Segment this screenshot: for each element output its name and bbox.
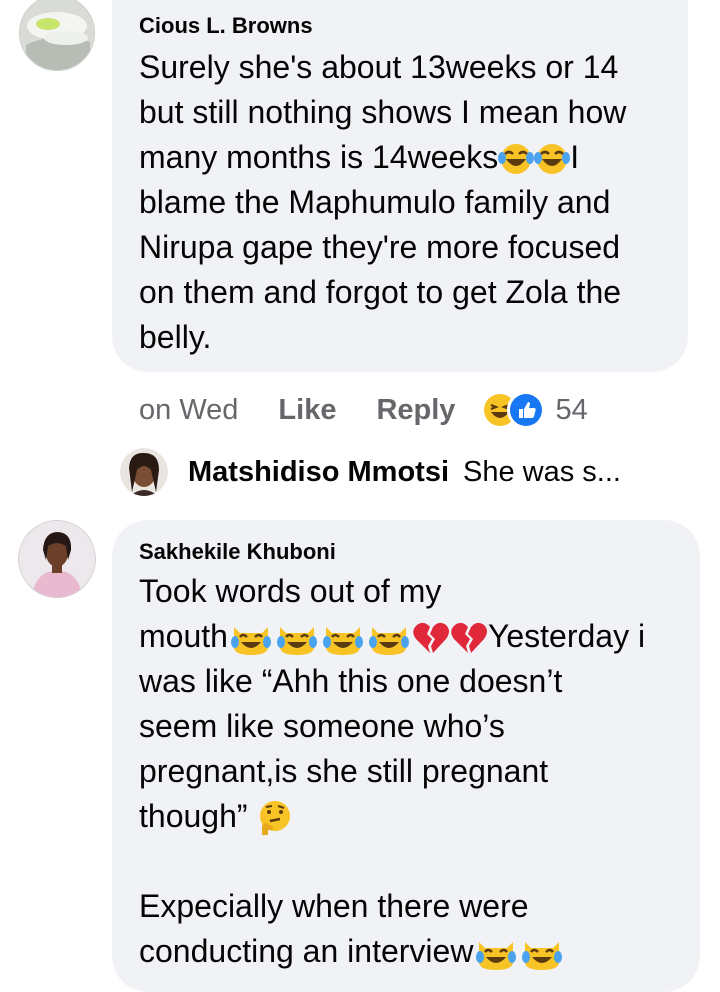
avatar-photo-icon — [19, 0, 95, 71]
reply-avatar[interactable] — [120, 448, 168, 496]
broken-heart-icon — [412, 621, 450, 655]
comment-line-text: mouth — [139, 618, 228, 654]
face-with-tears-of-joy-icon — [534, 142, 571, 176]
avatar-photo-icon — [120, 448, 168, 496]
avatar[interactable] — [18, 0, 96, 72]
cat-with-tears-of-joy-icon — [519, 936, 565, 970]
reply-author: Matshidiso Mmotsi — [188, 455, 450, 488]
comment-author[interactable]: Sakhekile Khuboni — [139, 539, 336, 565]
comment-actions: on Wed Like Reply 54 — [139, 390, 588, 430]
comment-line: but still nothing shows I mean how — [139, 94, 627, 130]
comment-line: mouth Yesterday i — [139, 614, 645, 659]
comment-line-text: though” — [139, 798, 248, 834]
comment-line: was like “Ahh this one doesn’t — [139, 663, 563, 699]
cat-with-tears-of-joy-icon — [473, 936, 519, 970]
comment-line: Surely she's about 13weeks or 14 — [139, 49, 619, 85]
like-button[interactable]: Like — [278, 394, 336, 427]
reaction-summary[interactable]: 54 — [481, 391, 588, 429]
comment-line: blame the Maphumulo family and — [139, 184, 611, 220]
comment-line-text: Yesterday i — [487, 618, 646, 654]
cat-with-tears-of-joy-icon — [320, 621, 366, 655]
comment-line: pregnant,is she still pregnant — [139, 753, 549, 789]
reply-button[interactable]: Reply — [376, 394, 455, 427]
comment-line: seem like someone who’s — [139, 708, 505, 744]
comment-line: belly. — [139, 319, 212, 355]
broken-heart-icon — [450, 621, 488, 655]
comment-text: Took words out of my mouth Yesterday i wa… — [139, 569, 645, 974]
comment-line: conducting an interview — [139, 929, 645, 974]
face-with-tears-of-joy-icon — [498, 142, 535, 176]
like-reaction-icon — [507, 391, 546, 429]
cat-with-tears-of-joy-icon — [228, 621, 274, 655]
comment-timestamp[interactable]: on Wed — [139, 394, 238, 427]
comment-line-text: conducting an interview — [139, 933, 474, 969]
comment-line: Expecially when there were — [139, 888, 529, 924]
cat-with-tears-of-joy-icon — [366, 621, 412, 655]
comment-text: Surely she's about 13weeks or 14 but sti… — [139, 45, 626, 360]
comment-line: Nirupa gape they're more focused — [139, 229, 621, 265]
thinking-face-icon — [256, 799, 294, 835]
reply-preview[interactable]: Matshidiso Mmotsi She was s... — [120, 448, 621, 496]
comment-line: though” — [139, 794, 645, 839]
avatar[interactable] — [18, 520, 96, 598]
avatar-photo-icon — [18, 520, 96, 598]
reaction-count: 54 — [555, 393, 588, 426]
cat-with-tears-of-joy-icon — [274, 621, 320, 655]
comment-line: on them and forgot to get Zola the — [139, 274, 622, 310]
comment-line: many months is 14weeks I — [139, 135, 626, 180]
comment-line: Took words out of my — [139, 573, 442, 609]
comment-line-text: I — [570, 139, 580, 175]
comment-line-text: many months is 14weeks — [139, 139, 499, 175]
comment-author[interactable]: Cious L. Browns — [139, 13, 313, 39]
reply-snippet: She was s... — [463, 455, 621, 488]
